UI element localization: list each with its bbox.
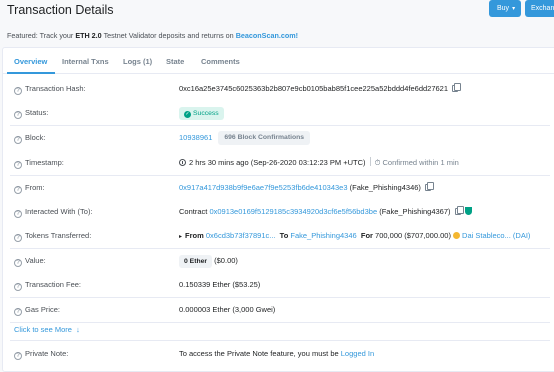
tab-internal-txns[interactable]: Internal Txns	[62, 57, 109, 66]
copy-icon[interactable]	[424, 182, 434, 191]
value-ether-badge: 0 Ether	[179, 254, 213, 268]
from-label: From:	[25, 183, 45, 192]
timestamp-value: 2 hrs 30 mins ago (Sep-26-2020 03:12:23 …	[189, 158, 366, 167]
token-symbol-link[interactable]: (DAI)	[513, 231, 531, 240]
divider	[10, 322, 550, 323]
row-status: ? Status: ✓ Success	[3, 101, 554, 125]
row-transaction-fee: ? Transaction Fee: 0.150339 Ether ($53.25…	[3, 273, 554, 297]
status-value: Success	[193, 109, 219, 117]
status-badge: ✓ Success	[179, 106, 224, 120]
buy-label: Buy	[497, 5, 510, 12]
transaction-card: Overview Internal Txns Logs (1) State Co…	[2, 47, 554, 372]
active-tab-indicator	[7, 72, 55, 74]
token-name-link[interactable]: Dai Stableco...	[462, 231, 511, 240]
featured-banner: Featured: Track your ETH 2.0 Testnet Val…	[7, 31, 298, 40]
featured-bold: ETH 2.0	[75, 31, 102, 40]
token-from-label: From	[185, 231, 204, 240]
value-label: Value:	[25, 256, 46, 265]
interacted-label: Interacted With (To):	[25, 207, 93, 216]
help-icon[interactable]: ?	[14, 87, 22, 95]
help-icon[interactable]: ?	[14, 259, 22, 267]
tab-state[interactable]: State	[166, 57, 184, 66]
transaction-hash-value: 0xc16a25e3745c6025363b2b807e9cb0105bab85…	[179, 84, 449, 93]
see-more-link[interactable]: Click to see More ↓	[14, 324, 80, 336]
divider	[369, 157, 371, 166]
row-gas-price: ? Gas Price: 0.000003 Ether (3,000 Gwei)	[3, 298, 554, 322]
contract-address-link[interactable]: 0x0913e0169f5129185c3934920d3cf6e5f56bd3…	[209, 207, 377, 216]
gas-price-value: 0.000003 Ether (3,000 Gwei)	[179, 305, 276, 314]
dai-token-icon	[453, 232, 461, 239]
token-to-label: To	[279, 231, 289, 240]
page-title: Transaction Details	[7, 3, 114, 17]
hash-label: Transaction Hash:	[25, 84, 86, 93]
see-more-label: Click to see More	[14, 325, 72, 334]
from-address-link[interactable]: 0x917a417d938b9f9e6ae7f9e5253fb6de410343…	[179, 183, 348, 192]
confirmed-within: Confirmed within 1 min	[382, 158, 459, 167]
block-confirmations-badge: 696 Block Confirmations	[218, 131, 311, 146]
stopwatch-icon: ⏱	[374, 158, 383, 167]
divider	[10, 340, 550, 341]
token-to-link[interactable]: Fake_Phishing4346	[290, 231, 356, 240]
help-icon[interactable]: ?	[14, 136, 22, 144]
featured-middle: Testnet Validator deposits and returns o…	[103, 31, 234, 40]
note-label: Private Note:	[25, 349, 69, 358]
gas-label: Gas Price:	[25, 305, 61, 314]
copy-icon[interactable]	[452, 83, 462, 92]
fee-value: 0.150339 Ether ($53.25)	[179, 280, 261, 289]
login-link[interactable]: Logged In	[341, 349, 374, 358]
help-icon[interactable]: ?	[14, 161, 22, 169]
featured-prefix: Featured: Track your	[7, 31, 74, 40]
beaconscan-link[interactable]: BeaconScan.com!	[236, 31, 298, 40]
help-icon[interactable]: ?	[14, 234, 22, 242]
tab-comments[interactable]: Comments	[201, 57, 240, 66]
tab-logs[interactable]: Logs (1)	[123, 57, 152, 66]
row-timestamp: ? Timestamp: 2 hrs 30 mins ago (Sep-26-20…	[3, 151, 554, 175]
status-label: Status:	[25, 108, 49, 117]
note-text: To access the Private Note feature, you …	[179, 349, 339, 358]
help-icon[interactable]: ?	[14, 308, 22, 316]
help-icon[interactable]: ?	[14, 210, 22, 218]
contract-name-tag: (Fake_Phishing4367)	[379, 207, 451, 216]
tab-bar: Overview Internal Txns Logs (1) State Co…	[3, 48, 554, 74]
buy-button[interactable]: Buy ▾	[489, 0, 521, 17]
from-name-tag: (Fake_Phishing4346)	[349, 183, 421, 192]
help-icon[interactable]: ?	[14, 111, 22, 119]
help-icon[interactable]: ?	[14, 283, 22, 291]
row-transaction-hash: ? Transaction Hash: 0xc16a25e3745c6025363…	[3, 77, 554, 101]
token-amount: 700,000 ($707,000.00)	[375, 231, 451, 240]
row-value: ? Value: 0 Ether ($0.00)	[3, 249, 554, 273]
block-label: Block:	[25, 133, 46, 142]
fee-label: Transaction Fee:	[25, 280, 81, 289]
chevron-down-icon: ▾	[512, 6, 516, 12]
row-from: ? From: 0x917a417d938b9f9e6ae7f9e5253fb6d…	[3, 176, 554, 200]
row-private-note: ? Private Note: To access the Private Not…	[3, 342, 554, 366]
tokens-label: Tokens Transferred:	[25, 231, 92, 240]
help-icon[interactable]: ?	[14, 352, 22, 360]
row-block: ? Block: 10938961 696 Block Confirmations	[3, 126, 554, 150]
contract-prefix: Contract	[179, 207, 208, 216]
row-interacted-with: ? Interacted With (To): Contract 0x0913e0…	[3, 200, 554, 224]
arrow-down-icon: ↓	[76, 325, 80, 334]
check-circle-icon: ✓	[184, 110, 191, 118]
shield-icon	[464, 207, 472, 215]
help-icon[interactable]: ?	[14, 186, 22, 194]
header: Transaction Details Buy▾ Exchang	[0, 0, 554, 24]
timestamp-label: Timestamp:	[25, 158, 64, 167]
token-for-label: For	[360, 231, 373, 240]
exchange-button[interactable]: Exchang	[525, 0, 554, 17]
caret-right-icon: ▸	[179, 234, 183, 240]
value-usd: ($0.00)	[214, 256, 238, 265]
block-number-link[interactable]: 10938961	[179, 133, 212, 142]
token-from-link[interactable]: 0x6cd3b73f37891c...	[206, 231, 276, 240]
tab-overview[interactable]: Overview	[14, 57, 47, 66]
row-tokens-transferred: ? Tokens Transferred: ▸ From 0x6cd3b73f378…	[3, 224, 554, 248]
copy-icon[interactable]	[454, 206, 464, 215]
clock-icon	[179, 159, 186, 166]
